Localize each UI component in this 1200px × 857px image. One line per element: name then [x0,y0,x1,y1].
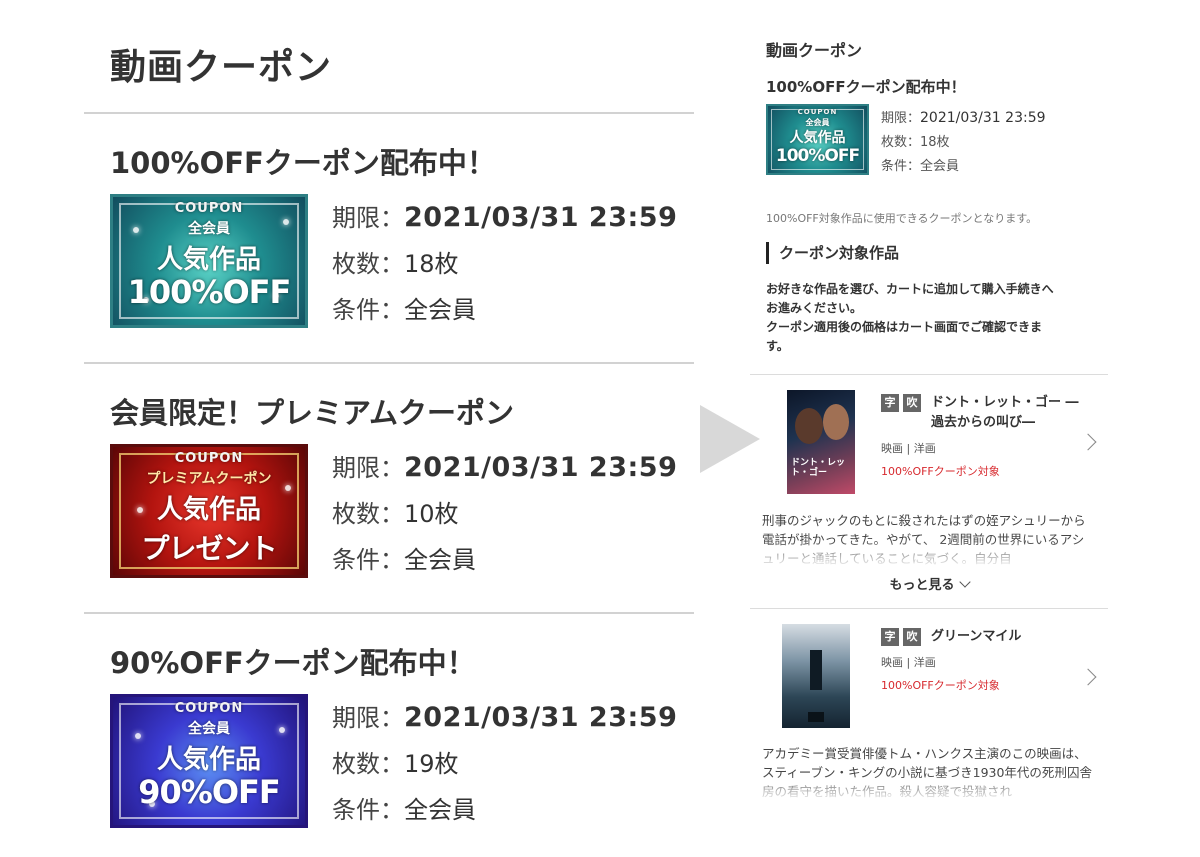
banner-sub-text: 全会員 [188,221,230,237]
divider [750,374,1108,375]
coupon-title: 100%OFFクーポン配布中！ [110,146,496,180]
coupon-detail-panel: 動画クーポン 100%OFFクーポン配布中！ COUPON 全会員 人気作品 1… [750,0,1108,857]
chevron-down-icon [958,576,971,588]
condition-value: 全会員 [404,796,476,824]
banner-coupon-text: COUPON [174,451,244,466]
coupon-card[interactable]: 会員限定！プレミアムクーポン COUPON プレミアムクーポン 人気作品 プレゼ… [84,364,694,604]
banner-discount-text: 90%OFF [138,773,281,811]
banner-discount-text: 100%OFF [775,146,860,166]
count-value: 18枚 [404,250,459,278]
banner-sub-text: プレミアムクーポン [146,471,272,487]
coupon-card[interactable]: 90%OFFクーポン配布中！ COUPON 全会員 人気作品 90%OFF 期限… [84,614,694,854]
dubbed-badge: 吹 [903,394,921,412]
title-genre: 映画 | 洋画 [881,656,936,669]
coupon-title: 90%OFFクーポン配布中！ [110,646,476,680]
coupon-banner-image: COUPON 全会員 人気作品 100%OFF [110,194,308,328]
coupon-banner-image: COUPON プレミアムクーポン 人気作品 プレゼント [110,444,308,578]
banner-sub-text: 全会員 [188,721,230,737]
condition-value: 全会員 [404,546,476,574]
coupon-eligible-label: 100%OFFクーポン対象 [881,465,1000,478]
chevron-right-icon[interactable] [1079,668,1097,686]
banner-coupon-text: COUPON [174,701,244,716]
show-more-button[interactable]: もっと見る [750,574,1108,593]
detail-count-row: 枚数：18枚 [881,135,950,150]
banner-main-text: 人気作品 [156,745,261,775]
condition-row: 条件：全会員 [332,796,476,824]
title-item[interactable]: 字 吹 グリーンマイル 映画 | 洋画 100%OFFクーポン対象 アカデミー賞… [750,610,1108,857]
coupon-card[interactable]: 100%OFFクーポン配布中！ COUPON 全会員 人気作品 100%OFF … [84,114,694,354]
instructions-text: お好きな作品を選び、カートに追加して購入手続きへ お進みください。 クーポン適用… [766,282,1054,353]
poster-image[interactable] [782,624,850,728]
banner-discount-text: プレゼント [141,532,277,565]
detail-page-title: 動画クーポン [766,41,863,60]
coupon-note: 100%OFF対象作品に使用できるクーポンとなります。 [766,212,1038,225]
title-name[interactable]: ドント・レット・ゴー ―過去からの叫び― [931,393,1081,433]
coupon-banner-image: COUPON 全会員 人気作品 90%OFF [110,694,308,828]
expiry-row: 期限：2021/03/31 23:59 [332,202,678,233]
title-item[interactable]: ドント・レット・ゴー 字 吹 ドント・レット・ゴー ―過去からの叫び― 映画 |… [750,376,1108,596]
condition-value: 全会員 [404,296,476,324]
coupon-title: 会員限定！プレミアムクーポン [110,396,514,430]
dubbed-badge: 吹 [903,628,921,646]
detail-coupon-banner-image: COUPON 全会員 人気作品 100%OFF [766,104,869,175]
poster-image[interactable]: ドント・レット・ゴー [787,390,855,494]
page-title: 動画クーポン [110,47,333,88]
banner-discount-text: 100%OFF [127,273,292,311]
coupon-eligible-label: 100%OFFクーポン対象 [881,679,1000,692]
section-heading: クーポン対象作品 [766,242,899,264]
count-value: 10枚 [404,500,459,528]
coupon-list-panel: 動画クーポン 100%OFFクーポン配布中！ COUPON 全会員 人気作品 1… [84,0,694,857]
count-row: 枚数：10枚 [332,500,459,528]
count-row: 枚数：18枚 [332,250,459,278]
condition-row: 条件：全会員 [332,296,476,324]
condition-row: 条件：全会員 [332,546,476,574]
subtitle-badge: 字 [881,394,899,412]
banner-main-text: 人気作品 [156,495,261,525]
expiry-value: 2021/03/31 23:59 [404,202,678,233]
count-row: 枚数：19枚 [332,750,459,778]
divider [750,608,1108,609]
detail-expiry-row: 期限：2021/03/31 23:59 [881,110,1046,126]
expiry-row: 期限：2021/03/31 23:59 [332,702,678,733]
chevron-right-icon[interactable] [1079,433,1097,451]
detail-coupon-title: 100%OFFクーポン配布中！ [766,78,966,96]
banner-coupon-text: COUPON [174,201,244,216]
banner-main-text: 人気作品 [156,245,261,275]
title-name[interactable]: グリーンマイル [931,627,1081,647]
detail-condition-row: 条件：全会員 [881,159,960,174]
subtitle-badge: 字 [881,628,899,646]
expiry-value: 2021/03/31 23:59 [404,702,678,733]
count-value: 19枚 [404,750,459,778]
expiry-value: 2021/03/31 23:59 [404,452,678,483]
expiry-row: 期限：2021/03/31 23:59 [332,452,678,483]
banner-main-text: 人気作品 [789,130,846,146]
banner-coupon-text: COUPON [797,108,838,116]
title-genre: 映画 | 洋画 [881,442,936,455]
